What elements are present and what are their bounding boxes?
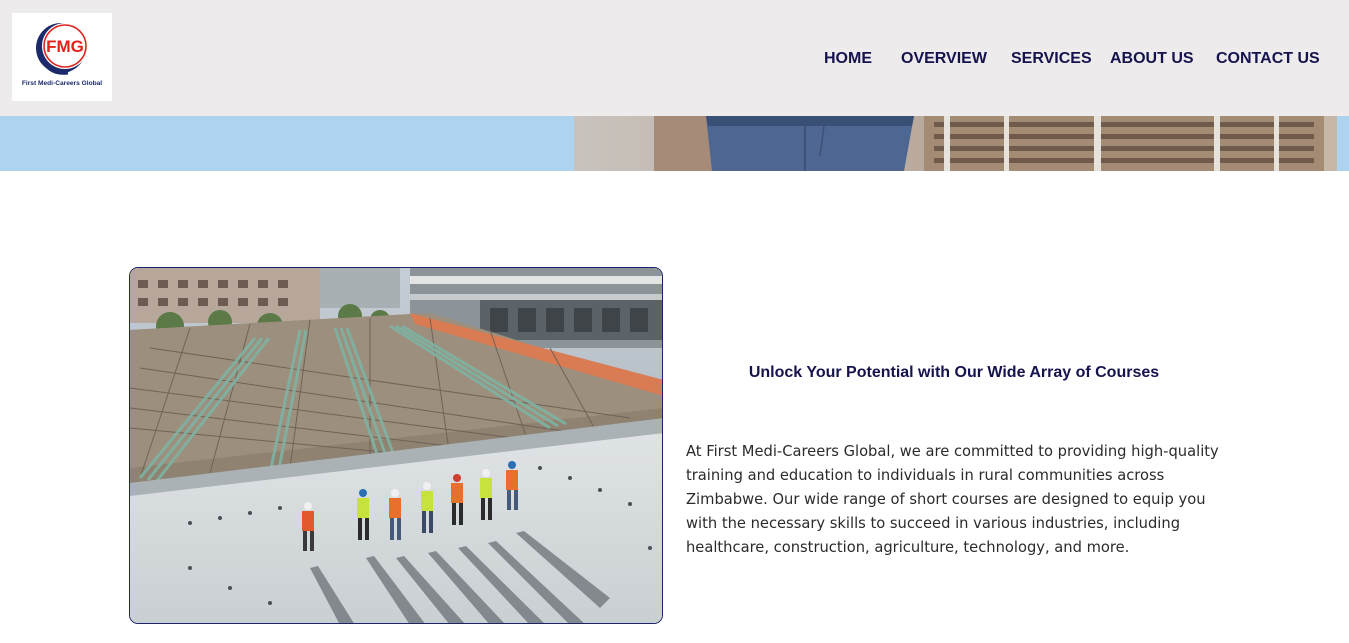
- hero-photo: [574, 116, 1337, 171]
- nav-contact-us[interactable]: CONTACT US: [1216, 47, 1320, 71]
- nav-services[interactable]: SERVICES: [1011, 47, 1092, 71]
- nav-about-us[interactable]: ABOUT US: [1110, 47, 1194, 71]
- nav-home[interactable]: HOME: [824, 47, 872, 71]
- site-header: FMG First Medi-Careers Global HOME OVERV…: [0, 0, 1349, 116]
- section-heading: Unlock Your Potential with Our Wide Arra…: [748, 364, 1160, 381]
- construction-site-photo: [129, 267, 663, 624]
- logo[interactable]: FMG First Medi-Careers Global: [12, 13, 112, 101]
- logo-wordmark: First Medi-Careers Global: [21, 80, 103, 87]
- logo-letters: FMG: [46, 37, 84, 56]
- fmg-logo-icon: FMG: [36, 23, 88, 75]
- section-paragraph: At First Medi-Careers Global, we are com…: [686, 443, 1219, 556]
- nav-overview[interactable]: OVERVIEW: [901, 47, 987, 71]
